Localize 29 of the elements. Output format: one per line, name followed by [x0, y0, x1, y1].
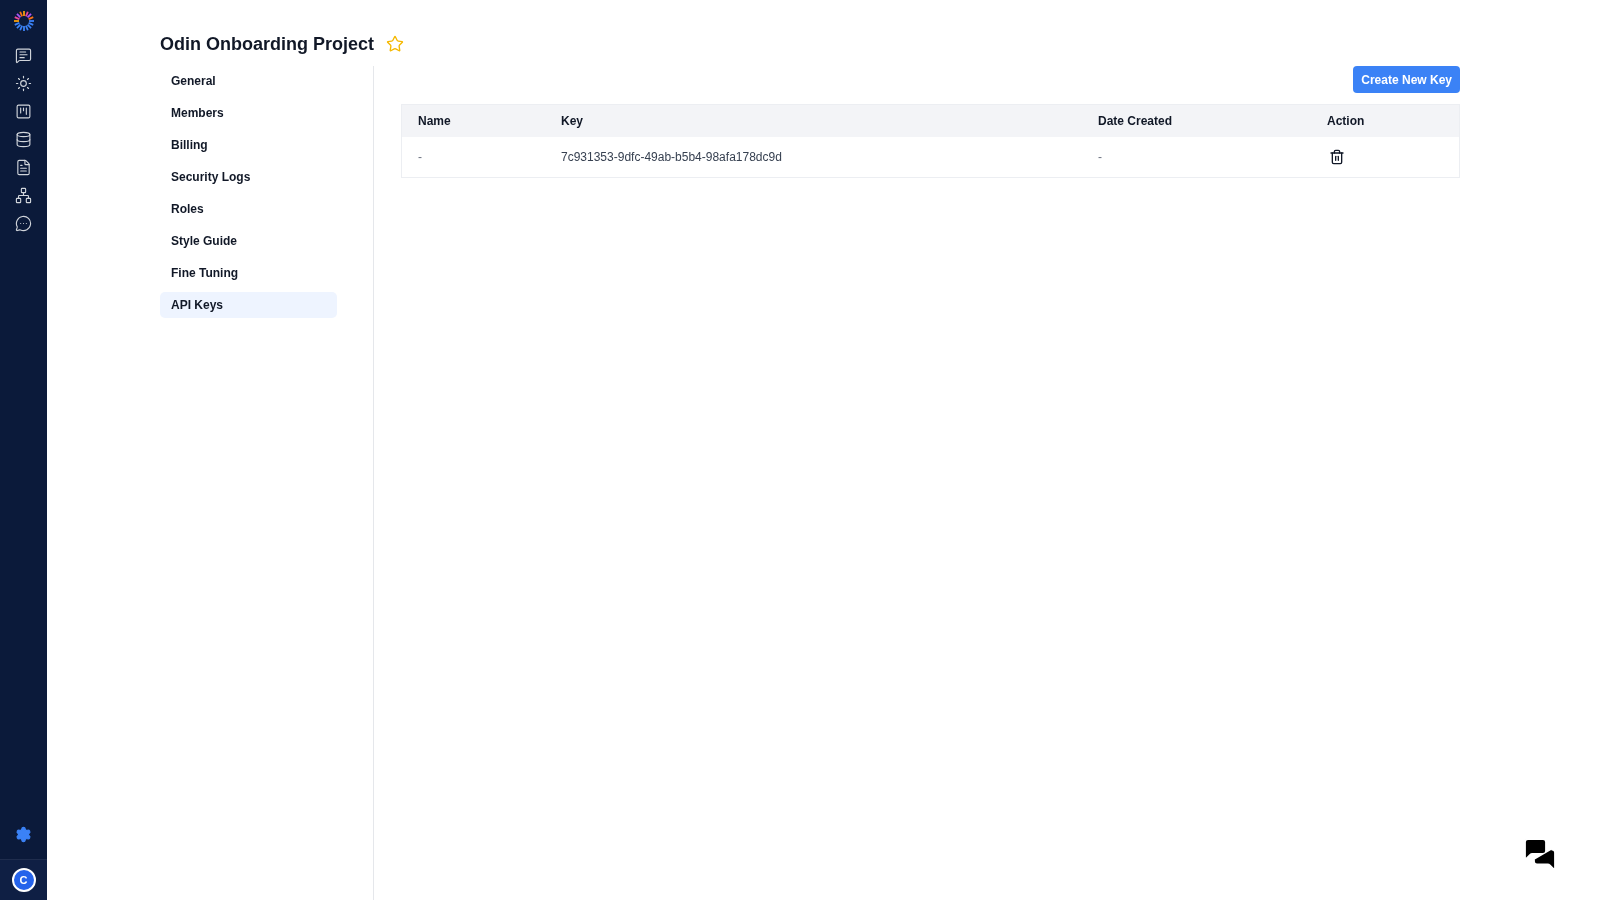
column-header: Key — [561, 113, 584, 130]
menu-item[interactable]: Billing — [160, 132, 337, 158]
column-header: Name — [418, 113, 452, 130]
chat-bubble-icon[interactable] — [15, 47, 32, 64]
star-icon[interactable] — [386, 35, 404, 53]
menu-item[interactable]: Security Logs — [160, 164, 337, 190]
network-icon[interactable] — [15, 187, 32, 204]
board-icon[interactable] — [15, 103, 32, 120]
column-header: Date Created — [1098, 113, 1174, 130]
table-cell-text: - — [418, 149, 423, 166]
menu-item[interactable]: Roles — [160, 196, 337, 222]
logo-icon — [11, 9, 36, 33]
settings-icon[interactable] — [15, 826, 32, 843]
column-header: Action — [1327, 113, 1366, 130]
menu-item[interactable]: Fine Tuning — [160, 260, 337, 286]
menu-item[interactable]: Style Guide — [160, 228, 337, 254]
sun-icon[interactable] — [15, 75, 32, 92]
message-dots-icon[interactable] — [15, 215, 32, 232]
user-avatar[interactable]: C — [11, 868, 36, 892]
table-cell-text: - — [1098, 149, 1103, 166]
project-title: Odin Onboarding Project — [160, 32, 374, 56]
create-new-key-button[interactable]: Create New Key — [1353, 66, 1460, 93]
menu-item[interactable]: API Keys — [160, 292, 337, 318]
delete-icon[interactable] — [1329, 149, 1345, 165]
menu-item[interactable]: General — [160, 68, 337, 94]
database-icon[interactable] — [15, 131, 32, 148]
menu-item[interactable]: Members — [160, 100, 337, 126]
document-icon[interactable] — [15, 159, 32, 176]
table-cell-text: 7c931353-9dfc-49ab-b5b4-98afa178dc9d — [561, 149, 783, 166]
